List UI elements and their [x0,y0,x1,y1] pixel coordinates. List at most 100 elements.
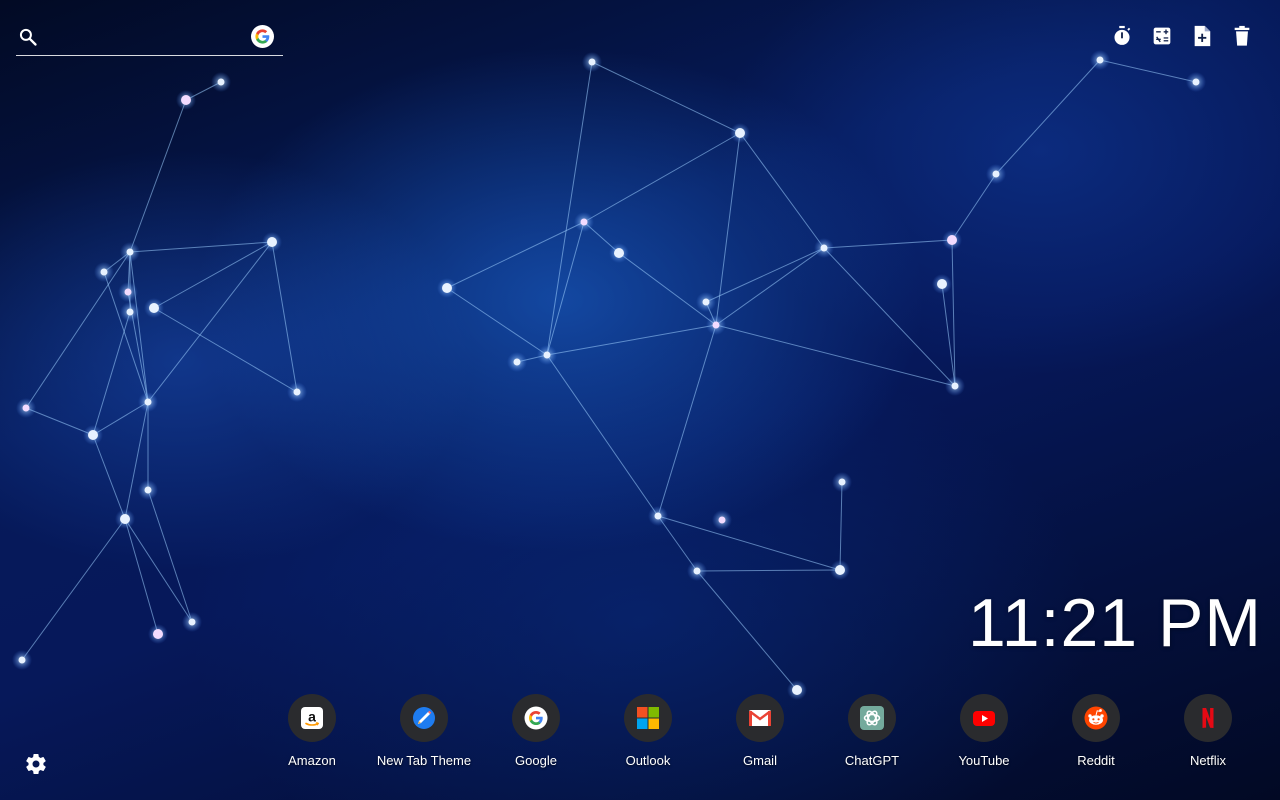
network-line [25,251,131,409]
network-node [144,486,152,494]
top-toolbar [1110,24,1254,48]
netflix-icon [1184,694,1232,742]
network-line [546,221,585,356]
network-node [1096,56,1104,64]
trash-icon [1234,25,1250,46]
network-node [267,237,277,247]
settings-button[interactable] [24,752,48,776]
network-node [654,512,662,520]
network-line [739,132,825,249]
shortcut-new-tab-theme[interactable]: New Tab Theme [368,694,480,768]
network-line [129,241,273,253]
search-icon[interactable] [18,27,38,47]
shortcut-outlook[interactable]: Outlook [592,694,704,768]
network-line [147,241,273,403]
network-node [181,95,191,105]
network-node [835,565,845,575]
network-node [144,398,152,406]
network-node [124,288,132,296]
clock: 11:21 PM [967,585,1262,661]
google-icon [512,694,560,742]
shortcut-reddit[interactable]: Reddit [1040,694,1152,768]
network-line [147,489,193,623]
network-node [580,218,588,226]
network-line [21,518,126,661]
network-line [951,173,997,241]
shortcut-label: New Tab Theme [376,753,472,768]
calculator-icon [1153,27,1171,45]
network-node [693,567,701,575]
network-node [442,283,452,293]
network-node [1192,78,1200,86]
shortcut-gmail[interactable]: Gmail [704,694,816,768]
network-line [446,221,585,289]
network-node [702,298,710,306]
network-node [735,128,745,138]
stopwatch-icon [1114,25,1131,45]
network-line [696,569,841,572]
network-line [583,132,741,223]
new-note-button[interactable] [1190,24,1214,48]
network-line [591,61,741,134]
shortcut-chatgpt[interactable]: ChatGPT [816,694,928,768]
network-node [712,321,720,329]
network-node [951,382,959,390]
delete-button[interactable] [1230,24,1254,48]
network-line [546,324,717,356]
network-node [543,351,551,359]
network-line [657,515,841,571]
network-node [22,404,30,412]
shortcut-netflix[interactable]: Netflix [1152,694,1264,768]
network-line [546,354,659,517]
search-input[interactable] [52,24,246,52]
network-node [718,516,726,524]
network-node [153,629,163,639]
network-wallpaper [12,50,1206,700]
network-node [100,268,108,276]
network-line [129,251,149,403]
network-node [614,248,624,258]
network-node [937,279,947,289]
network-line [839,481,843,571]
network-node [588,58,596,66]
network-node [217,78,225,86]
youtube-icon [960,694,1008,742]
shortcut-label: Netflix [1189,753,1227,768]
search-bar [16,20,283,56]
network-line [124,518,193,623]
shortcut-label: Outlook [625,753,671,768]
calculator-button[interactable] [1150,24,1174,48]
gmail-icon [736,694,784,742]
network-node [513,358,521,366]
shortcut-label: Google [515,753,557,768]
shortcut-label: Gmail [743,753,777,768]
network-node [838,478,846,486]
google-g-icon[interactable] [251,25,274,48]
network-node [293,388,301,396]
svg-text:a: a [308,709,316,725]
timer-button[interactable] [1110,24,1134,48]
network-line [124,401,149,520]
network-node [88,430,98,440]
reddit-icon [1072,694,1120,742]
network-node [947,235,957,245]
microsoft-icon [624,694,672,742]
network-node [149,303,159,313]
shortcut-label: Reddit [1077,753,1115,768]
network-node [126,308,134,316]
network-line [618,252,717,326]
shortcut-youtube[interactable]: YouTube [928,694,1040,768]
network-line [657,324,717,517]
chatgpt-icon [848,694,896,742]
shortcut-amazon[interactable]: a Amazon [256,694,368,768]
network-node [120,514,130,524]
network-line [25,407,94,436]
network-line [92,434,126,520]
network-line [995,59,1101,175]
shortcut-google[interactable]: Google [480,694,592,768]
network-line [446,287,548,356]
network-node [992,170,1000,178]
network-line [823,247,956,387]
shortcut-bar: a Amazon New Tab Theme Google Outlook Gm… [256,694,1264,774]
network-line [715,324,956,387]
